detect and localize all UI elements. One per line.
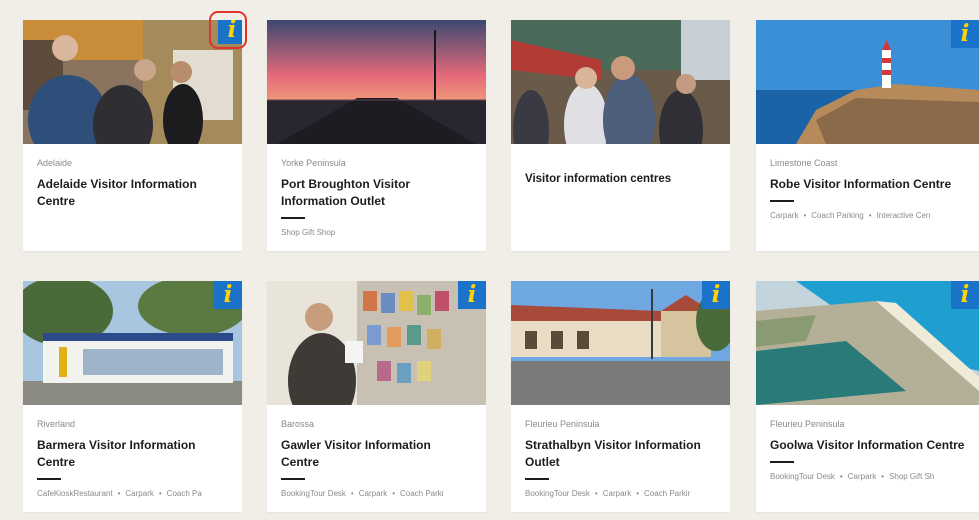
card-region: Limestone Coast xyxy=(770,158,838,168)
divider xyxy=(37,478,61,480)
facility-tags: Carpark • Coach Parking • Interactive Cen xyxy=(770,211,931,220)
facility-tag: Shop Gift Shop xyxy=(281,228,336,237)
facility-tag: Coach Parki xyxy=(400,489,444,498)
facility-tag: CafeKioskRestaurant xyxy=(37,489,113,498)
card-title[interactable]: Robe Visitor Information Centre xyxy=(770,176,965,193)
facility-tags: BookingTour Desk • Carpark • Coach Parkir xyxy=(525,489,691,498)
info-icon: i xyxy=(711,281,721,308)
card-image: i xyxy=(756,281,979,405)
info-badge: i xyxy=(951,20,979,48)
card-title[interactable]: Adelaide Visitor Information Centre xyxy=(37,176,228,210)
card-region: Riverland xyxy=(37,419,76,429)
card-image xyxy=(511,20,730,144)
card-visitor-info-centres[interactable]: Visitor information centres xyxy=(511,20,730,251)
info-icon: i xyxy=(960,20,970,47)
facility-tag: Carpark xyxy=(358,489,388,498)
card-adelaide[interactable]: i Adelaide Adelaide Visitor Information … xyxy=(23,20,242,251)
facility-tag: Interactive Cen xyxy=(876,211,931,220)
card-title[interactable]: Gawler Visitor Information Centre xyxy=(281,437,472,471)
card-region: Barossa xyxy=(281,419,315,429)
card-barmera[interactable]: i Riverland Barmera Visitor Information … xyxy=(23,281,242,512)
card-image: i xyxy=(23,281,242,405)
info-icon: i xyxy=(960,281,970,308)
info-icon: i xyxy=(467,281,477,308)
card-region: Adelaide xyxy=(37,158,73,168)
card-image: i xyxy=(511,281,730,405)
card-title[interactable]: Strathalbyn Visitor Information Outlet xyxy=(525,437,716,471)
card-region: Yorke Peninsula xyxy=(281,158,346,168)
card-image: i xyxy=(756,20,979,144)
card-title[interactable]: Port Broughton Visitor Information Outle… xyxy=(281,176,472,210)
info-badge: i xyxy=(214,281,242,309)
card-grid: i Adelaide Adelaide Visitor Information … xyxy=(0,0,979,520)
facility-tag: Coach Parking xyxy=(811,211,864,220)
divider xyxy=(770,200,794,202)
facility-tags: CafeKioskRestaurant • Carpark • Coach Pa xyxy=(37,489,202,498)
info-badge: i xyxy=(702,281,730,309)
facility-tag: Coach Parkir xyxy=(644,489,691,498)
facility-tags: BookingTour Desk • Carpark • Coach Parki xyxy=(281,489,444,498)
card-region: Fleurieu Peninsula xyxy=(770,419,845,429)
divider xyxy=(525,478,549,480)
divider xyxy=(770,461,794,463)
divider xyxy=(281,478,305,480)
info-badge: i xyxy=(951,281,979,309)
card-robe[interactable]: i Limestone Coast Robe Visitor Informati… xyxy=(756,20,979,251)
card-image xyxy=(267,20,486,144)
facility-tag: BookingTour Desk xyxy=(770,472,835,481)
facility-tag: BookingTour Desk xyxy=(281,489,346,498)
facility-tag: Coach Pa xyxy=(166,489,202,498)
facility-tags: Shop Gift Shop xyxy=(281,227,472,238)
card-image: i xyxy=(267,281,486,405)
facility-tag: Carpark xyxy=(125,489,154,498)
info-icon: i xyxy=(223,281,233,308)
facility-tag: Shop Gift Sh xyxy=(889,472,935,481)
facility-tag: Carpark xyxy=(847,472,877,481)
card-title[interactable]: Goolwa Visitor Information Centre xyxy=(770,437,965,454)
card-title[interactable]: Visitor information centres xyxy=(525,171,716,188)
card-goolwa[interactable]: i Fleurieu Peninsula Goolwa Visitor Info… xyxy=(756,281,979,512)
info-badge: i xyxy=(458,281,486,309)
facility-tags: BookingTour Desk • Carpark • Shop Gift Sh xyxy=(770,472,935,481)
card-title[interactable]: Barmera Visitor Information Centre xyxy=(37,437,228,471)
highlight-ring xyxy=(209,11,247,49)
card-strathalbyn[interactable]: i Fleurieu Peninsula Strathalbyn Visitor… xyxy=(511,281,730,512)
card-gawler[interactable]: i Barossa Gawler Visitor Information Cen… xyxy=(267,281,486,512)
facility-tag: BookingTour Desk xyxy=(525,489,590,498)
card-region: Fleurieu Peninsula xyxy=(525,419,600,429)
facility-tag: Carpark xyxy=(602,489,632,498)
card-port-broughton[interactable]: Yorke Peninsula Port Broughton Visitor I… xyxy=(267,20,486,251)
divider xyxy=(281,217,305,219)
facility-tag: Carpark xyxy=(770,211,799,220)
